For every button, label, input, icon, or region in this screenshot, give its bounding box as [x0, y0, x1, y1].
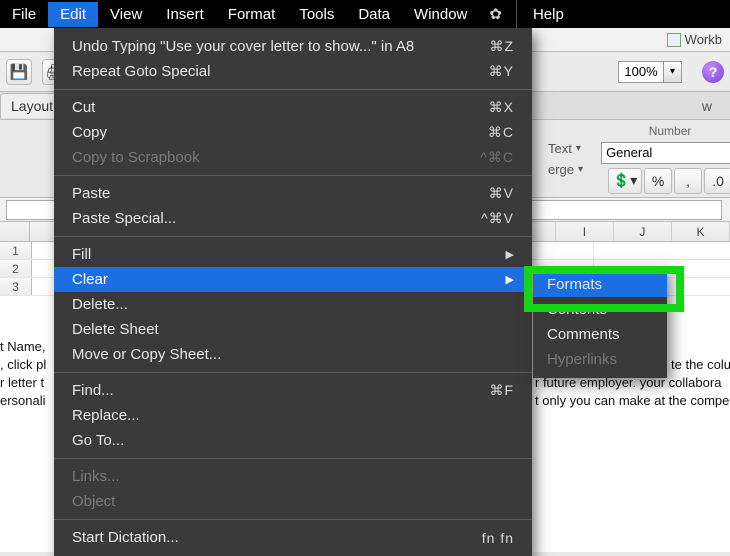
zoom-control: ▾ — [618, 61, 682, 83]
menu-edit[interactable]: Edit — [48, 2, 98, 27]
col-header[interactable]: K — [672, 222, 730, 241]
ribbon-tab-label: Layout — [11, 98, 53, 114]
comma-button[interactable]: , — [674, 168, 702, 194]
clear-comments[interactable]: Comments — [533, 322, 667, 347]
edit-menu: Undo Typing "Use your cover letter to sh… — [54, 28, 532, 556]
edit-clear[interactable]: Clear▶ — [54, 267, 532, 292]
edit-paste-special[interactable]: Paste Special...^⌘V — [54, 206, 532, 231]
col-header[interactable]: J — [614, 222, 672, 241]
clear-hyperlinks: Hyperlinks — [533, 347, 667, 372]
row-header[interactable]: 2 — [0, 260, 32, 277]
sheet-text-fragment-left: t Name, , click pl r letter t ersonali — [0, 338, 60, 410]
ribbon-number-group: Number 💲▾ % , .0 — [601, 124, 730, 194]
select-all-corner[interactable] — [0, 222, 30, 241]
zoom-input[interactable] — [618, 61, 664, 83]
ribbon-align-group: Text▾ erge▾ — [548, 141, 589, 177]
menu-insert[interactable]: Insert — [154, 2, 216, 27]
edit-dictation[interactable]: Start Dictation...fn fn — [54, 525, 532, 550]
currency-button[interactable]: 💲▾ — [608, 168, 642, 194]
workbook-tab[interactable]: Workb — [659, 30, 730, 49]
menu-file[interactable]: File — [0, 2, 48, 27]
edit-goto[interactable]: Go To... — [54, 428, 532, 453]
workbook-icon — [667, 33, 681, 47]
merge-label: erge — [548, 162, 574, 177]
edit-repeat[interactable]: Repeat Goto Special⌘Y — [54, 59, 532, 84]
ribbon-tab-right[interactable]: w — [692, 94, 730, 118]
clear-contents[interactable]: Contents — [533, 297, 667, 322]
number-format-select[interactable] — [601, 142, 730, 164]
percent-button[interactable]: % — [644, 168, 672, 194]
clear-submenu: Formats Contents Comments Hyperlinks — [533, 266, 667, 378]
clear-formats[interactable]: Formats — [533, 272, 667, 297]
gear-icon[interactable]: ✿ — [479, 1, 512, 27]
chevron-down-icon[interactable]: ▾ — [578, 164, 583, 175]
edit-paste[interactable]: Paste⌘V — [54, 181, 532, 206]
menu-tools[interactable]: Tools — [287, 2, 346, 27]
menubar: File Edit View Insert Format Tools Data … — [0, 0, 730, 28]
decrease-decimal-button[interactable]: .0 — [704, 168, 730, 194]
help-icon[interactable]: ? — [702, 61, 724, 83]
menu-format[interactable]: Format — [216, 2, 288, 27]
menu-data[interactable]: Data — [346, 2, 402, 27]
edit-links: Links... — [54, 464, 532, 489]
edit-object: Object — [54, 489, 532, 514]
edit-fill[interactable]: Fill▶ — [54, 242, 532, 267]
save-button[interactable]: 💾 — [6, 59, 32, 85]
edit-delete-sheet[interactable]: Delete Sheet — [54, 317, 532, 342]
edit-find[interactable]: Find...⌘F — [54, 378, 532, 403]
zoom-dropdown[interactable]: ▾ — [664, 61, 682, 83]
edit-replace[interactable]: Replace... — [54, 403, 532, 428]
chevron-down-icon[interactable]: ▾ — [576, 143, 581, 154]
submenu-arrow-icon: ▶ — [506, 248, 514, 261]
edit-delete[interactable]: Delete... — [54, 292, 532, 317]
col-header[interactable]: I — [556, 222, 614, 241]
edit-undo[interactable]: Undo Typing "Use your cover letter to sh… — [54, 34, 532, 59]
menu-window[interactable]: Window — [402, 2, 479, 27]
row-header[interactable]: 3 — [0, 278, 32, 295]
edit-copy[interactable]: Copy⌘C — [54, 120, 532, 145]
number-group-header: Number — [601, 124, 730, 138]
wrap-text-label: Text — [548, 141, 572, 156]
menu-help[interactable]: Help — [521, 2, 576, 27]
workbook-label: Workb — [685, 32, 722, 47]
edit-cut[interactable]: Cut⌘X — [54, 95, 532, 120]
edit-copy-scrapbook: Copy to Scrapbook^⌘C — [54, 145, 532, 170]
edit-move-copy-sheet[interactable]: Move or Copy Sheet... — [54, 342, 532, 367]
menu-view[interactable]: View — [98, 2, 154, 27]
submenu-arrow-icon: ▶ — [506, 273, 514, 286]
row-header[interactable]: 1 — [0, 242, 32, 259]
